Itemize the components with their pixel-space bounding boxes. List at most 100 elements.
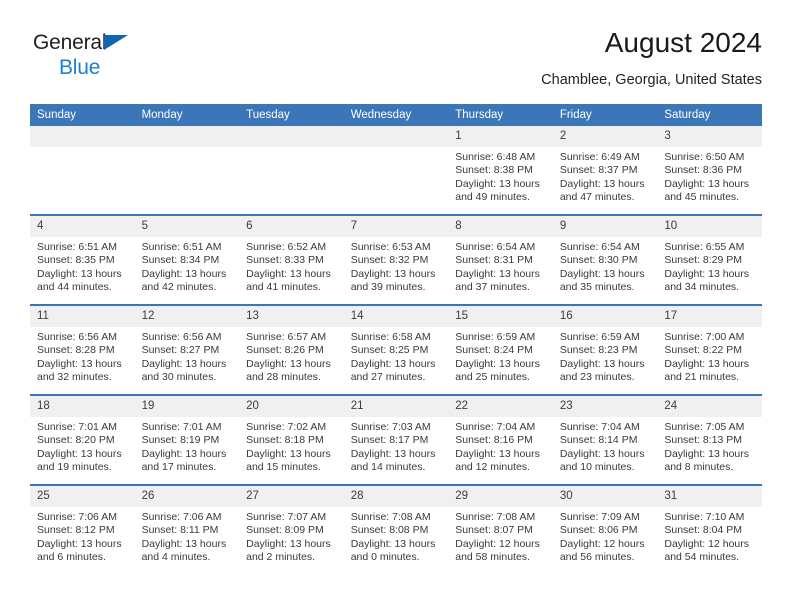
calendar-table: Sunday Monday Tuesday Wednesday Thursday… xyxy=(30,104,762,574)
calendar-day-cell[interactable]: 18 Sunrise: 7:01 AM Sunset: 8:20 PM Dayligh… xyxy=(30,394,135,485)
calendar-day-cell[interactable]: 19 Sunrise: 7:01 AM Sunset: 8:19 PM Dayligh… xyxy=(134,394,240,485)
calendar-day-cell[interactable]: 1 Sunrise: 6:48 AM Sunset: 8:38 PM Daylight… xyxy=(448,126,553,215)
sunrise-time: Sunrise: 6:49 AM xyxy=(559,151,640,163)
calendar-day-cell[interactable]: 9 Sunrise: 6:54 AM Sunset: 8:30 PM Daylight… xyxy=(552,214,658,305)
daylight-duration-line2: and 58 minutes. xyxy=(455,551,530,564)
weekday-header-saturday: Saturday xyxy=(657,104,762,126)
weekday-header-friday: Friday xyxy=(552,104,658,126)
calendar-day-cell[interactable]: 5 Sunrise: 6:51 AM Sunset: 8:34 PM Daylight… xyxy=(134,214,240,305)
page-subtitle: Chamblee, Georgia, United States xyxy=(541,72,762,88)
sunset-time: Sunset: 8:12 PM xyxy=(37,524,115,537)
sunset-time: Sunset: 8:38 PM xyxy=(455,164,533,177)
sunrise-time: Sunrise: 7:01 AM xyxy=(141,421,222,433)
daylight-duration-line1: Daylight: 13 hours xyxy=(141,537,227,550)
calendar-day-cell[interactable]: 12 Sunrise: 6:56 AM Sunset: 8:27 PM Dayligh… xyxy=(134,304,240,395)
calendar-day-cell[interactable]: 21 Sunrise: 7:03 AM Sunset: 8:17 PM Dayligh… xyxy=(343,394,449,485)
calendar-day-cell[interactable]: 14 Sunrise: 6:58 AM Sunset: 8:25 PM Dayligh… xyxy=(343,304,449,395)
calendar-day-cell[interactable]: 30 Sunrise: 7:09 AM Sunset: 8:06 PM Dayligh… xyxy=(552,484,658,574)
day-details: Sunrise: 6:52 AM Sunset: 8:33 PM Daylight:… xyxy=(239,237,344,295)
calendar-day-cell[interactable]: 28 Sunrise: 7:08 AM Sunset: 8:08 PM Dayligh… xyxy=(343,484,449,574)
day-details: Sunrise: 7:05 AM Sunset: 8:13 PM Daylight:… xyxy=(657,417,762,475)
daylight-duration-line2: and 45 minutes. xyxy=(664,191,740,204)
daylight-duration-line1: Daylight: 13 hours xyxy=(37,357,122,370)
sunset-time: Sunset: 8:33 PM xyxy=(246,254,324,267)
sunrise-time: Sunrise: 7:06 AM xyxy=(141,511,222,523)
calendar-day-cell[interactable]: 20 Sunrise: 7:02 AM Sunset: 8:18 PM Dayligh… xyxy=(239,394,344,485)
daylight-duration-line2: and 2 minutes. xyxy=(246,551,316,564)
sunrise-time: Sunrise: 7:10 AM xyxy=(664,511,745,523)
daylight-duration-line1: Daylight: 13 hours xyxy=(559,447,645,460)
daylight-duration-line1: Daylight: 13 hours xyxy=(246,357,331,370)
day-number: 2 xyxy=(552,126,658,147)
generalblue-logo[interactable]: General Blue xyxy=(33,32,233,78)
day-cell-content: 18 Sunrise: 7:01 AM Sunset: 8:20 PM Dayligh… xyxy=(30,396,135,484)
daylight-duration-line2: and 42 minutes. xyxy=(141,281,217,294)
day-number: 14 xyxy=(343,306,449,327)
day-number: 30 xyxy=(552,486,658,507)
day-number: 9 xyxy=(552,216,658,237)
sunset-time: Sunset: 8:31 PM xyxy=(455,254,533,267)
sunset-time: Sunset: 8:27 PM xyxy=(141,344,220,357)
sunset-time: Sunset: 8:34 PM xyxy=(141,254,220,267)
calendar-day-cell[interactable]: 25 Sunrise: 7:06 AM Sunset: 8:12 PM Dayligh… xyxy=(30,484,135,574)
day-number: 29 xyxy=(448,486,553,507)
sunset-time: Sunset: 8:08 PM xyxy=(350,524,429,537)
day-cell-content: 20 Sunrise: 7:02 AM Sunset: 8:18 PM Dayligh… xyxy=(239,396,344,484)
calendar-day-cell[interactable]: 24 Sunrise: 7:05 AM Sunset: 8:13 PM Dayligh… xyxy=(657,394,762,485)
calendar-day-cell[interactable]: 7 Sunrise: 6:53 AM Sunset: 8:32 PM Daylight… xyxy=(343,214,449,305)
day-details: Sunrise: 7:04 AM Sunset: 8:16 PM Daylight:… xyxy=(448,417,553,475)
day-cell-content: 6 Sunrise: 6:52 AM Sunset: 8:33 PM Daylight… xyxy=(239,216,344,304)
calendar-week-row: 25 Sunrise: 7:06 AM Sunset: 8:12 PM Dayligh… xyxy=(30,484,762,574)
sunset-time: Sunset: 8:20 PM xyxy=(37,434,115,447)
daylight-duration-line1: Daylight: 13 hours xyxy=(141,357,227,370)
calendar-day-cell[interactable]: 8 Sunrise: 6:54 AM Sunset: 8:31 PM Daylight… xyxy=(448,214,553,305)
calendar-day-cell[interactable]: 16 Sunrise: 6:59 AM Sunset: 8:23 PM Dayligh… xyxy=(552,304,658,395)
daylight-duration-line1: Daylight: 13 hours xyxy=(664,447,750,460)
day-cell-content: 12 Sunrise: 6:56 AM Sunset: 8:27 PM Dayligh… xyxy=(134,306,240,394)
daylight-duration-line1: Daylight: 13 hours xyxy=(455,177,540,190)
calendar-day-cell[interactable]: 10 Sunrise: 6:55 AM Sunset: 8:29 PM Dayligh… xyxy=(657,214,762,305)
day-details: Sunrise: 7:10 AM Sunset: 8:04 PM Daylight:… xyxy=(657,507,762,565)
sunset-time: Sunset: 8:06 PM xyxy=(559,524,638,537)
calendar-day-cell[interactable]: 22 Sunrise: 7:04 AM Sunset: 8:16 PM Dayligh… xyxy=(448,394,553,485)
sunset-time: Sunset: 8:17 PM xyxy=(350,434,429,447)
logo-text-general: General xyxy=(33,31,107,54)
day-cell-content: 17 Sunrise: 7:00 AM Sunset: 8:22 PM Dayligh… xyxy=(657,306,762,394)
page-header: General Blue August 2024 Chamblee, Georg… xyxy=(30,26,762,98)
calendar-day-cell[interactable]: 31 Sunrise: 7:10 AM Sunset: 8:04 PM Dayligh… xyxy=(657,484,762,574)
daylight-duration-line1: Daylight: 13 hours xyxy=(350,447,436,460)
day-cell-content xyxy=(30,126,135,214)
calendar-day-cell[interactable]: 23 Sunrise: 7:04 AM Sunset: 8:14 PM Dayligh… xyxy=(552,394,658,485)
day-cell-content: 29 Sunrise: 7:08 AM Sunset: 8:07 PM Dayligh… xyxy=(448,486,553,574)
daylight-duration-line2: and 19 minutes. xyxy=(37,461,112,474)
calendar-day-cell[interactable]: 13 Sunrise: 6:57 AM Sunset: 8:26 PM Dayligh… xyxy=(239,304,344,395)
daylight-duration-line1: Daylight: 13 hours xyxy=(455,447,540,460)
calendar-day-cell[interactable]: 15 Sunrise: 6:59 AM Sunset: 8:24 PM Dayligh… xyxy=(448,304,553,395)
day-cell-content: 28 Sunrise: 7:08 AM Sunset: 8:08 PM Dayligh… xyxy=(343,486,449,574)
sunset-time: Sunset: 8:07 PM xyxy=(455,524,533,537)
day-details: Sunrise: 7:06 AM Sunset: 8:11 PM Daylight:… xyxy=(135,507,240,565)
calendar-day-cell[interactable]: 11 Sunrise: 6:56 AM Sunset: 8:28 PM Dayligh… xyxy=(30,304,135,395)
calendar-day-cell[interactable]: 17 Sunrise: 7:00 AM Sunset: 8:22 PM Dayligh… xyxy=(657,304,762,395)
calendar-day-cell[interactable]: 4 Sunrise: 6:51 AM Sunset: 8:35 PM Daylight… xyxy=(30,214,135,305)
day-details: Sunrise: 6:54 AM Sunset: 8:30 PM Daylight:… xyxy=(553,237,658,295)
day-number: 5 xyxy=(134,216,240,237)
day-cell-content: 10 Sunrise: 6:55 AM Sunset: 8:29 PM Dayligh… xyxy=(657,216,762,304)
daylight-duration-line2: and 47 minutes. xyxy=(559,191,635,204)
calendar-day-cell[interactable]: 27 Sunrise: 7:07 AM Sunset: 8:09 PM Dayligh… xyxy=(239,484,344,574)
day-cell-content: 23 Sunrise: 7:04 AM Sunset: 8:14 PM Dayligh… xyxy=(552,396,658,484)
calendar-day-cell[interactable]: 3 Sunrise: 6:50 AM Sunset: 8:36 PM Daylight… xyxy=(657,126,762,215)
daylight-duration-line1: Daylight: 13 hours xyxy=(350,357,436,370)
calendar-day-cell[interactable]: 2 Sunrise: 6:49 AM Sunset: 8:37 PM Daylight… xyxy=(552,126,658,215)
weekday-header-sunday: Sunday xyxy=(30,104,135,126)
day-number xyxy=(343,126,449,147)
page-title: August 2024 xyxy=(604,27,762,58)
day-cell-content: 4 Sunrise: 6:51 AM Sunset: 8:35 PM Daylight… xyxy=(30,216,135,304)
daylight-duration-line2: and 56 minutes. xyxy=(559,551,635,564)
calendar-day-cell[interactable]: 29 Sunrise: 7:08 AM Sunset: 8:07 PM Dayligh… xyxy=(448,484,553,574)
daylight-duration-line2: and 6 minutes. xyxy=(37,551,106,564)
calendar-day-cell[interactable]: 6 Sunrise: 6:52 AM Sunset: 8:33 PM Daylight… xyxy=(239,214,344,305)
calendar-day-cell[interactable]: 26 Sunrise: 7:06 AM Sunset: 8:11 PM Dayligh… xyxy=(134,484,240,574)
sunrise-time: Sunrise: 6:52 AM xyxy=(246,241,327,253)
daylight-duration-line1: Daylight: 12 hours xyxy=(664,537,750,550)
